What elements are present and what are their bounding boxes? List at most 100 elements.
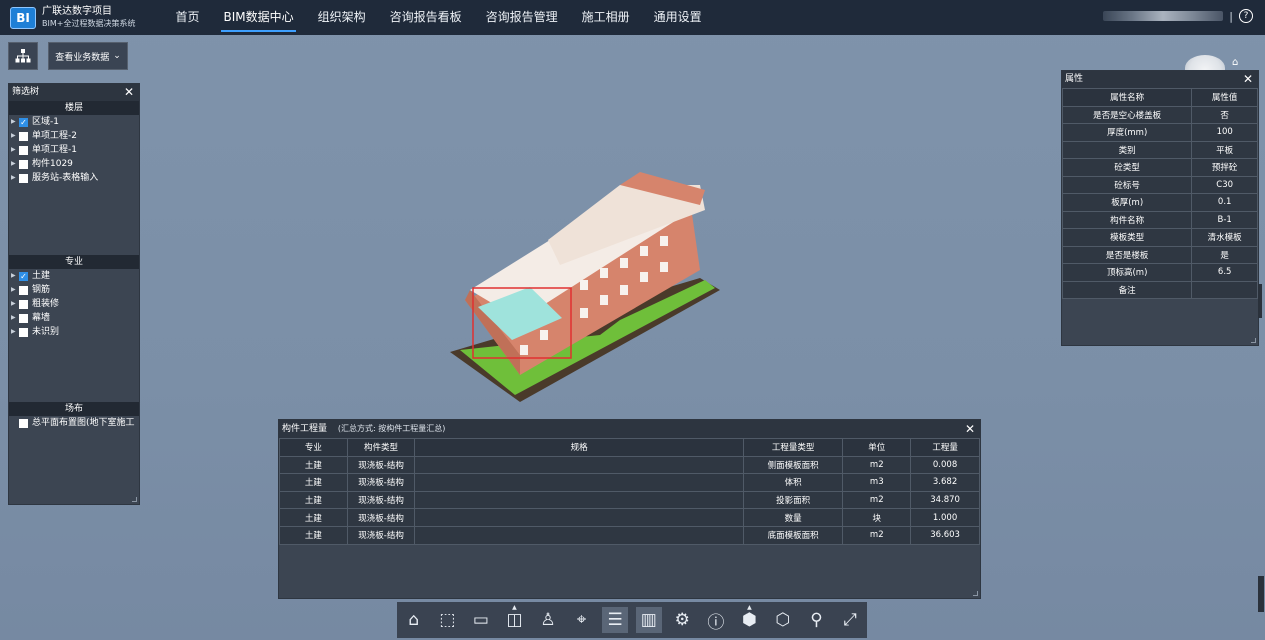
tree-item[interactable]: ▶ ✓ 土建 [9,269,139,283]
tree-item[interactable]: ▶ 单项工程-1 [9,143,139,157]
property-value: 0.1 [1191,193,1258,212]
zoom-box-icon[interactable]: ⬚ [434,607,460,633]
right-scroll-handle-lower[interactable] [1258,576,1264,612]
tree-item[interactable]: ▶ 构件1029 [9,157,139,171]
section-icon[interactable]: ◫ ▲ [501,604,527,633]
property-name: 砼类型 [1061,158,1193,177]
cube-view-icon[interactable]: ⬢ ▲ [736,604,762,633]
tree-item-label: 区域-1 [32,117,59,127]
checkbox[interactable] [19,313,28,323]
quantity-row[interactable]: 土建 现浇板-结构 侧面模板面积 m2 0.008 [279,455,980,475]
expand-arrow-icon[interactable]: ▶ [11,311,19,325]
info-icon[interactable]: ⓘ [703,607,729,633]
expand-arrow-icon[interactable]: ▶ [11,115,19,129]
measure-icon[interactable]: ▭ [468,607,494,633]
property-row[interactable]: 模板类型 清水模板 [1061,228,1258,247]
org-tree-button[interactable] [8,42,38,70]
property-row[interactable]: 类别 平板 [1061,140,1258,159]
checkbox[interactable] [19,173,28,183]
close-icon[interactable]: ✕ [124,84,134,101]
location-pin-icon[interactable]: ⌖ [569,607,595,633]
quantity-row[interactable]: 土建 现浇板-结构 底面模板面积 m2 36.603 [279,525,980,545]
tool-glyph: ♙ [540,610,556,630]
checkbox[interactable] [19,299,28,309]
tool-glyph: ◫ [506,610,523,630]
checkbox[interactable] [19,285,28,295]
fullscreen-icon[interactable]: ⤢ [837,607,863,633]
property-row[interactable]: 备注 [1061,280,1258,299]
question-circle-icon[interactable]: ? [1239,9,1253,23]
app-logo[interactable]: BI [10,6,36,29]
checkbox[interactable] [19,418,28,428]
quantity-row[interactable]: 土建 现浇板-结构 体积 m3 3.682 [279,473,980,492]
checkbox[interactable]: ✓ [19,117,28,127]
quantity-row[interactable]: 土建 现浇板-结构 数量块 1.000 [279,508,980,527]
nav-item-2[interactable]: 组织架构 [306,0,378,35]
user-name-blurred[interactable] [1103,11,1224,21]
org-tree-icon [15,49,31,63]
view-home-icon[interactable]: ⌂ [1232,57,1238,68]
resize-handle[interactable] [132,497,137,502]
property-row[interactable]: 砼标号 C30 [1061,175,1258,194]
property-row[interactable]: 是否是空心楼盖板否 [1061,105,1258,124]
property-name: 是否是空心楼盖板 [1061,105,1193,124]
property-row[interactable]: 顶标高(m) 6.5 [1061,263,1258,282]
nav-item-3[interactable]: 咨询报告看板 [378,0,474,35]
resize-handle[interactable] [1251,338,1256,343]
nav-item-0[interactable]: 首页 [163,0,211,35]
tree-item[interactable]: ▶ 钢筋 [9,283,139,297]
walk-person-icon[interactable]: ♙ [535,607,561,633]
tree-item[interactable]: ▶ 粗装修 [9,297,139,311]
tree-item[interactable]: ▶ 未识别 [9,325,139,339]
close-icon[interactable]: ✕ [965,420,975,438]
nav-item-6[interactable]: 通用设置 [642,0,714,35]
expand-arrow-icon[interactable]: ▶ [11,297,19,311]
map-pin-person-icon[interactable]: ⚲ [804,607,830,633]
chevron-down-icon: ⌄ [113,51,121,61]
properties-header-row: 属性名称 属性值 [1061,88,1258,107]
bar-chart-icon[interactable]: ▥ [635,607,662,633]
nav-item-1[interactable]: BIM数据中心 [211,0,305,35]
property-row[interactable]: 是否是楼板是 [1061,245,1258,264]
filter-tree-header: 筛选树 ✕ [9,84,139,101]
expand-arrow-icon[interactable]: ▶ [11,143,19,157]
nav-item-4[interactable]: 咨询报告管理 [474,0,570,35]
home-icon[interactable]: ⌂ [401,607,427,633]
expand-arrow-icon[interactable]: ▶ [11,157,19,171]
right-scroll-handle[interactable] [1258,284,1262,318]
quantity-row[interactable]: 土建 现浇板-结构 投影面积 m2 34.870 [279,490,980,510]
expand-arrow-icon[interactable]: ▶ [11,171,19,185]
checkbox[interactable]: ✓ [19,271,28,281]
close-icon[interactable]: ✕ [1243,71,1253,88]
expand-arrow-icon[interactable]: ▶ [11,269,19,283]
properties-panel: 属性 ✕ 属性名称 属性值 是否是空心楼盖板否厚度(mm) 100 类别 平板 砼类型预… [1061,70,1259,346]
view-business-data-dropdown[interactable]: 查看业务数据 ⌄ [48,42,128,70]
tree-item-label: 单项工程-1 [32,145,77,155]
tree-item[interactable]: ▶ 单项工程-2 [9,129,139,143]
tree-item[interactable]: ▶ 幕墙 [9,311,139,325]
nav-item-5[interactable]: 施工相册 [570,0,642,35]
selection-highlight-box [472,287,572,359]
checkbox[interactable] [19,131,28,141]
tree-item[interactable]: 总平面布置图(地下室施工 [9,416,139,430]
property-row[interactable]: 厚度(mm) 100 [1061,123,1258,142]
view-business-data-label: 查看业务数据 [55,52,110,63]
expand-arrow-icon[interactable]: ▶ [11,325,19,339]
tree-item[interactable]: ▶ ✓ 区域-1 [9,115,139,129]
settings-gear-icon[interactable]: ⚙ [669,607,695,633]
list-icon[interactable]: ☰ [602,607,629,633]
property-row[interactable]: 板厚(m) 0.1 [1061,193,1258,212]
expand-arrow-icon[interactable]: ▶ [11,129,19,143]
property-row[interactable]: 砼类型 预拌砼 [1061,158,1258,177]
checkbox[interactable] [19,327,28,337]
tree-item[interactable]: ▶ 服务站-表格输入 [9,171,139,185]
quantity-cell: 土建 [279,473,348,492]
checkbox[interactable] [19,159,28,169]
expand-arrow-icon[interactable]: ▶ [11,283,19,297]
resize-handle[interactable] [973,591,978,596]
checkbox[interactable] [19,145,28,155]
component-quantity-panel: 构件工程量 (汇总方式: 按构件工程量汇总) ✕ 专业 构件类型 规格 工程量类型 单位… [278,419,981,599]
property-row[interactable]: 构件名称 B-1 [1061,210,1258,229]
model-box-icon[interactable]: ⬡ [770,607,796,633]
building-upper-block [548,185,705,265]
